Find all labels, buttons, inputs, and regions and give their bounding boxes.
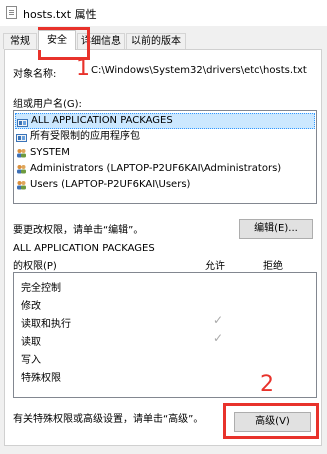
users-icon xyxy=(17,181,26,190)
permission-full-control: 完全控制 xyxy=(21,283,61,294)
permission-write: 写入 xyxy=(21,355,41,366)
title-bar: hosts.txt 属性 xyxy=(0,0,327,26)
file-icon xyxy=(6,6,17,19)
highlight-box-advanced-button xyxy=(223,403,319,439)
users-icon xyxy=(17,165,26,174)
permission-modify: 修改 xyxy=(21,301,41,312)
window-title: hosts.txt 属性 xyxy=(23,8,97,21)
tab-previous-versions[interactable]: 以前的版本 xyxy=(126,33,186,49)
permissions-title-line1: ALL APPLICATION PACKAGES xyxy=(13,243,155,254)
permissions-title-line2: 的权限(P) xyxy=(13,261,57,272)
step-number-2: 2 xyxy=(260,372,274,397)
user-name: SYSTEM xyxy=(30,147,70,158)
user-row-restricted-packages[interactable]: 所有受限制的应用程序包 xyxy=(15,129,140,145)
group-users-label: 组或用户名(G): xyxy=(13,99,82,110)
security-panel: 对象名称: C:\Windows\System32\drivers\etc\ho… xyxy=(4,49,322,446)
edit-button[interactable]: 编辑(E)... xyxy=(239,219,313,239)
user-row-administrators[interactable]: Administrators (LAPTOP-P2UF6KAI\Administ… xyxy=(15,161,281,177)
package-icon xyxy=(17,119,28,127)
tab-general[interactable]: 常规 xyxy=(3,33,37,49)
object-name-value: C:\Windows\System32\drivers\etc\hosts.tx… xyxy=(91,65,307,76)
permission-special: 特殊权限 xyxy=(21,373,61,384)
user-name: Users (LAPTOP-P2UF6KAI\Users) xyxy=(30,179,191,190)
users-icon xyxy=(17,149,26,158)
permission-read: 读取 xyxy=(21,337,41,348)
tab-security[interactable]: 安全 xyxy=(38,30,76,50)
tab-strip: 常规 安全 详细信息 以前的版本 xyxy=(0,26,327,50)
user-row-system[interactable]: SYSTEM xyxy=(15,145,70,161)
change-permissions-hint: 要更改权限，请单击“编辑”。 xyxy=(13,225,144,236)
allow-check-icon: ✓ xyxy=(213,331,224,345)
user-name: 所有受限制的应用程序包 xyxy=(30,131,140,142)
permission-read-execute: 读取和执行 xyxy=(21,319,71,330)
step-number-1: 1 xyxy=(76,56,90,81)
user-name: Administrators (LAPTOP-P2UF6KAI\Administ… xyxy=(30,163,282,174)
object-name-label: 对象名称: xyxy=(13,69,57,80)
package-icon xyxy=(16,134,27,142)
users-list[interactable]: ALL APPLICATION PACKAGES 所有受限制的应用程序包 SYS… xyxy=(13,110,317,204)
user-name: ALL APPLICATION PACKAGES xyxy=(31,115,173,126)
deny-column-header: 拒绝 xyxy=(263,261,283,272)
user-row-users[interactable]: Users (LAPTOP-P2UF6KAI\Users) xyxy=(15,177,190,193)
user-row-all-app-packages[interactable]: ALL APPLICATION PACKAGES xyxy=(15,113,315,129)
advanced-hint: 有关特殊权限或高级设置，请单击“高级”。 xyxy=(13,414,204,425)
allow-check-icon: ✓ xyxy=(213,313,224,327)
allow-column-header: 允许 xyxy=(205,261,225,272)
